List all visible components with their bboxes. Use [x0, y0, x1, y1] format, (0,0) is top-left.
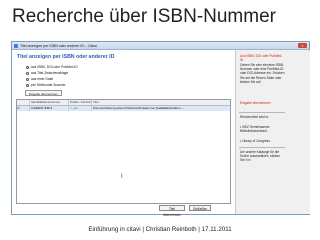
help-source-item: • GBV Gemeinsamer Bibliotheksverbund	[240, 125, 270, 134]
apply-title-button[interactable]: Titel übernehmen	[159, 205, 185, 217]
radio-icon[interactable]	[26, 83, 29, 87]
radio-isbn-doi-pubmed[interactable]: aus ISBN, DOI oder PubMed-ID	[26, 65, 78, 69]
table-row[interactable]: ☑ 3-480027-835-4 ✓ gut Kommunizierung ei…	[17, 106, 230, 111]
citavi-app-icon	[14, 43, 18, 48]
radio-label: aus Titel-Zwischenablage	[31, 71, 69, 75]
radio-label: aus einer Datei	[31, 77, 54, 81]
dialog-heading: Titel anzeigen per ISBN oder anderer ID	[17, 54, 115, 60]
text-cursor-icon: I	[121, 174, 123, 180]
radio-selected-icon[interactable]	[26, 65, 29, 69]
column-header-status[interactable]: Prüfen / Hinzufügen	[69, 100, 92, 105]
help-intro-text: Geben Sie eine einzelne ISBN-Nummer oder…	[240, 63, 285, 84]
slide-footer: Einführung in citavi | Christian Reinbot…	[88, 226, 232, 233]
help-source-label: Library of Congress	[242, 139, 270, 143]
radio-file[interactable]: aus einer Datei	[26, 77, 53, 81]
radio-icon[interactable]	[26, 77, 29, 81]
help-source-label: GBV Gemeinsamer Bibliotheksverbund	[240, 125, 270, 134]
radio-label: per Strichcode-Scanner	[31, 83, 66, 87]
help-panel: Aus ISBN, DOI oder PubMed-ID Geben Sie e…	[235, 50, 310, 214]
results-table: Identifikationsnummer Prüfen / Hinzufüge…	[16, 99, 231, 204]
dialog-main-pane: Titel anzeigen per ISBN oder anderer ID …	[12, 50, 235, 217]
slide-title: Recherche über ISBN-Nummer	[12, 6, 276, 27]
help-divider	[239, 147, 285, 148]
row-title: Kommunizierung eines Prüfverzeichnisses …	[93, 106, 184, 110]
radio-label: aus ISBN, DOI oder PubMed-ID	[31, 65, 78, 69]
row-checkbox[interactable]: ☑	[17, 106, 30, 111]
column-header-id[interactable]: Identifikationsnummer	[30, 100, 69, 105]
help-divider	[239, 112, 285, 113]
help-outro-text: Um andere Kataloge für die Suche auszuwä…	[240, 150, 285, 163]
radio-clipboard[interactable]: aus Titel-Zwischenablage	[26, 71, 68, 75]
radio-icon[interactable]	[26, 71, 29, 75]
row-status: ✓ gut	[69, 106, 92, 111]
help-intro-heading: Aus ISBN, DOI oder PubMed-ID	[240, 54, 283, 63]
close-button[interactable]: Schließen	[189, 205, 211, 211]
help-intro-highlight: Eingabe übernehmen	[240, 101, 271, 105]
radio-barcode-scanner[interactable]: per Strichcode-Scanner	[26, 83, 66, 87]
window-title: Titel anzeigen per ISBN oder anderer ID …	[20, 43, 97, 48]
citavi-dialog-window: Titel anzeigen per ISBN oder anderer ID …	[11, 41, 310, 217]
column-header-check[interactable]	[17, 100, 30, 105]
help-catalog-link[interactable]: hier.	[246, 158, 252, 162]
close-window-icon[interactable]: ×	[298, 43, 307, 48]
window-titlebar: Titel anzeigen per ISBN oder anderer ID …	[12, 42, 309, 50]
column-header-title[interactable]: Titel	[92, 100, 230, 105]
apply-entry-button[interactable]: Eingabe übernehmen	[25, 90, 62, 96]
help-source-item: • Library of Congress	[240, 139, 270, 143]
help-sources-heading: Recherchiert wird in:	[240, 115, 270, 119]
row-id: 3-480027-835-4	[30, 106, 69, 111]
